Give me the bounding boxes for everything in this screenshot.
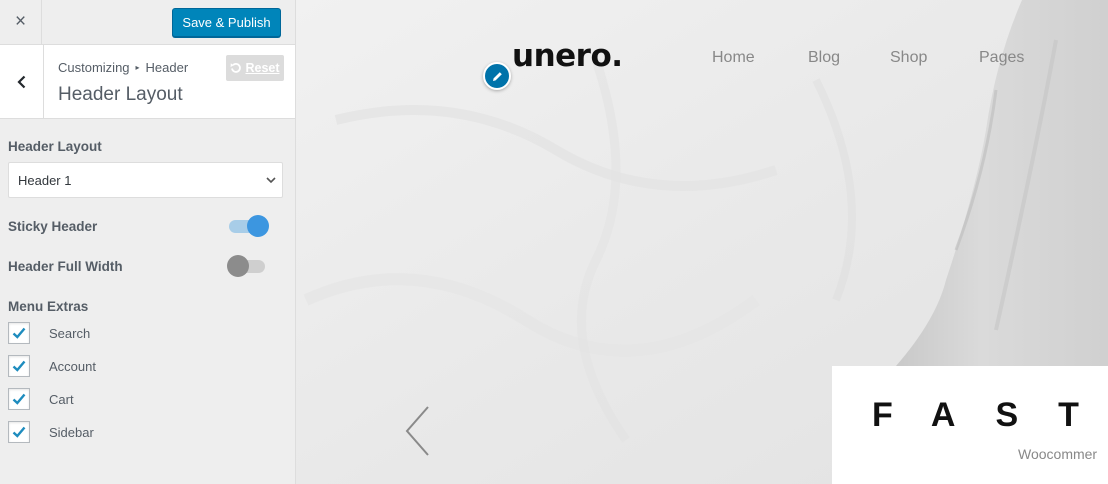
checkbox-label: Sidebar xyxy=(49,424,94,440)
sticky-header-toggle[interactable] xyxy=(227,214,269,237)
checkbox-account[interactable]: Account xyxy=(8,355,96,377)
pencil-icon xyxy=(492,71,502,81)
save-publish-button[interactable]: Save & Publish xyxy=(172,8,281,37)
header-layout-label: Header Layout xyxy=(8,139,102,154)
customizer-sidebar: × Save & Publish Customizing ▸ Header He… xyxy=(0,0,296,484)
sticky-header-label: Sticky Header xyxy=(8,219,98,234)
checkbox-box[interactable] xyxy=(8,388,30,410)
checkbox-label: Account xyxy=(49,358,96,374)
chevron-left-icon xyxy=(16,75,25,88)
checkbox-label: Search xyxy=(49,325,91,341)
checkbox-box[interactable] xyxy=(8,355,30,377)
section-header: Customizing ▸ Header Header Layout Reset xyxy=(0,45,295,119)
reset-label: Reset xyxy=(245,61,280,75)
breadcrumb-parent: Header xyxy=(145,60,189,75)
site-logo[interactable]: unero. xyxy=(512,38,623,74)
breadcrumb: Customizing ▸ Header xyxy=(58,60,188,75)
toggle-knob xyxy=(247,215,269,237)
close-button[interactable]: × xyxy=(0,0,42,44)
slide-subtitle: Woocommer xyxy=(1018,446,1098,462)
nav-shop[interactable]: Shop xyxy=(890,49,927,67)
nav-pages[interactable]: Pages xyxy=(979,49,1024,67)
site-preview: unero. Home Blog Shop Pages FAST Woocomm… xyxy=(296,0,1108,484)
header-full-width-toggle[interactable] xyxy=(227,254,267,277)
checkbox-sidebar[interactable]: Sidebar xyxy=(8,421,94,443)
reset-button[interactable]: Reset xyxy=(226,55,284,81)
menu-extras-label: Menu Extras xyxy=(8,299,89,314)
chevron-down-icon xyxy=(266,177,276,184)
header-layout-select[interactable]: Header 1 xyxy=(8,162,283,198)
nav-home[interactable]: Home xyxy=(712,49,755,67)
slide-title: FAST xyxy=(872,396,1108,434)
checkbox-box[interactable] xyxy=(8,421,30,443)
slide-caption-box: FAST Woocommer xyxy=(832,366,1108,484)
checkbox-label: Cart xyxy=(49,391,74,407)
checkmark-icon xyxy=(12,360,26,372)
checkmark-icon xyxy=(12,426,26,438)
undo-icon xyxy=(231,63,242,73)
section-title: Header Layout xyxy=(58,84,183,105)
slider-prev-arrow-icon[interactable] xyxy=(404,404,436,458)
checkbox-box[interactable] xyxy=(8,322,30,344)
breadcrumb-separator: ▸ xyxy=(135,63,140,72)
close-icon: × xyxy=(14,11,27,32)
header-layout-value: Header 1 xyxy=(18,172,72,188)
edit-shortcut-button[interactable] xyxy=(483,62,511,90)
header-full-width-label: Header Full Width xyxy=(8,259,123,274)
checkbox-cart[interactable]: Cart xyxy=(8,388,74,410)
breadcrumb-root: Customizing xyxy=(58,60,130,75)
nav-blog[interactable]: Blog xyxy=(808,49,840,67)
toggle-knob xyxy=(227,255,249,277)
checkmark-icon xyxy=(12,327,26,339)
checkbox-search[interactable]: Search xyxy=(8,322,90,344)
back-button[interactable] xyxy=(0,45,44,118)
checkmark-icon xyxy=(12,393,26,405)
customizer-header: × Save & Publish xyxy=(0,0,295,45)
